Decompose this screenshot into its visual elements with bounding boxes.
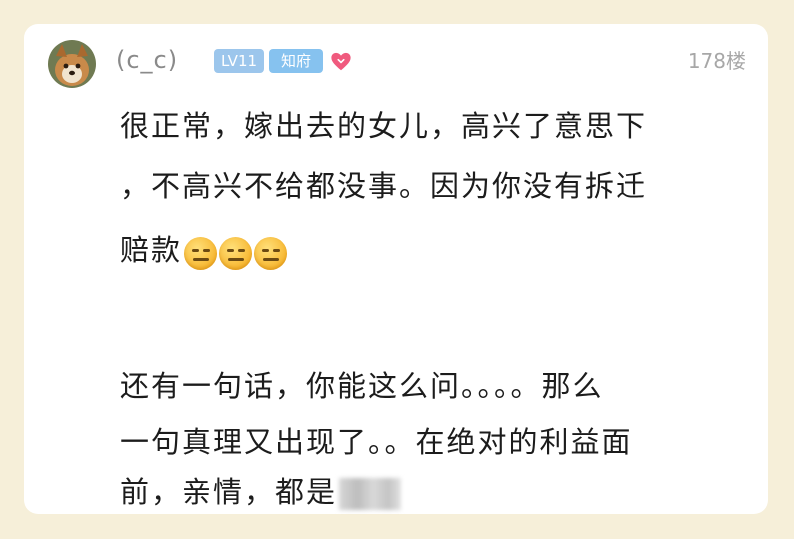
dog-avatar-icon bbox=[48, 40, 96, 88]
username[interactable]: (c_c) bbox=[116, 45, 178, 75]
blurred-text-redaction bbox=[339, 478, 402, 510]
comment-line-with-blur: 前，亲情，都是 bbox=[120, 474, 402, 510]
level-badge: LV11 bbox=[214, 49, 264, 73]
comment-line-text: 前，亲情，都是 bbox=[120, 475, 338, 509]
emoji-group bbox=[184, 234, 289, 271]
comment-card: (c_c) LV11 知府 178楼 很正常，嫁出去的女儿，高兴了意思下 ，不高… bbox=[24, 24, 768, 514]
comment-line-text: 赔款 bbox=[120, 233, 183, 267]
expressionless-face-emoji-icon bbox=[254, 237, 288, 271]
comment-line: ，不高兴不给都没事。因为你没有拆迁 bbox=[120, 169, 648, 203]
comment-line: 还有一句话，你能这么问。。。。那么 bbox=[120, 369, 604, 403]
user-avatar[interactable] bbox=[48, 40, 96, 88]
comment-line-with-emoji: 赔款 bbox=[120, 232, 289, 271]
expressionless-face-emoji-icon bbox=[219, 237, 253, 271]
heart-icon[interactable] bbox=[330, 51, 352, 73]
expressionless-face-emoji-icon bbox=[184, 237, 218, 271]
comment-line: 很正常，嫁出去的女儿，高兴了意思下 bbox=[120, 109, 648, 143]
title-badge: 知府 bbox=[269, 49, 323, 73]
floor-number: 178楼 bbox=[687, 49, 746, 73]
comment-line: 一句真理又出现了。。在绝对的利益面 bbox=[120, 425, 633, 459]
